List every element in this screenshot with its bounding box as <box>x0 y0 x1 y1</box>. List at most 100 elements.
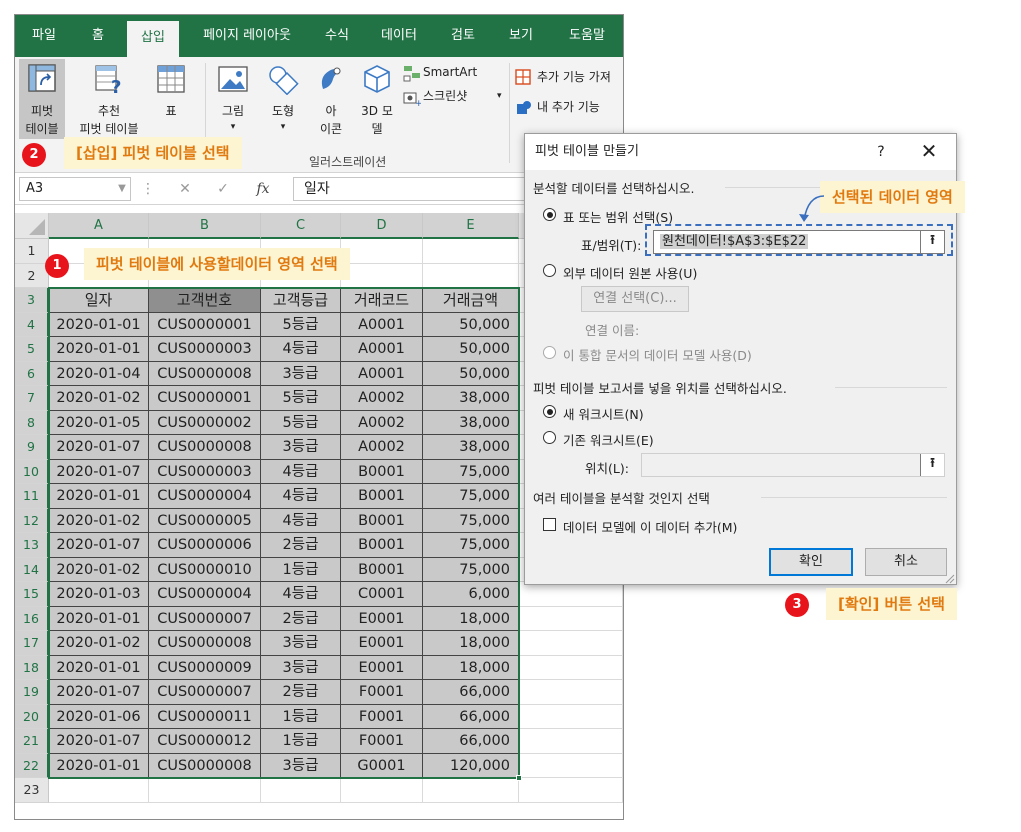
data-cell[interactable]: 2020-01-02 <box>49 631 149 656</box>
data-cell[interactable]: 2020-01-07 <box>49 459 149 484</box>
row-header[interactable]: 1 <box>15 239 49 264</box>
row-header[interactable]: 14 <box>15 557 49 582</box>
data-cell[interactable]: 18,000 <box>423 655 519 680</box>
table-cell[interactable] <box>519 606 623 631</box>
header-cell[interactable]: 거래코드 <box>341 288 423 313</box>
tab-data[interactable]: 데이터 <box>373 15 425 57</box>
data-cell[interactable]: 4등급 <box>261 337 341 362</box>
row-header[interactable]: 4 <box>15 312 49 337</box>
data-cell[interactable]: CUS0000002 <box>149 410 261 435</box>
data-cell[interactable]: A0002 <box>341 410 423 435</box>
data-cell[interactable]: 2등급 <box>261 606 341 631</box>
row-header[interactable]: 15 <box>15 582 49 607</box>
data-cell[interactable]: 2020-01-05 <box>49 410 149 435</box>
table-cell[interactable] <box>49 778 149 803</box>
row-header[interactable]: 3 <box>15 288 49 313</box>
data-cell[interactable]: CUS0000003 <box>149 459 261 484</box>
row-header[interactable]: 20 <box>15 704 49 729</box>
data-cell[interactable]: CUS0000010 <box>149 557 261 582</box>
data-cell[interactable]: 2020-01-07 <box>49 729 149 754</box>
data-cell[interactable]: 4등급 <box>261 484 341 509</box>
data-cell[interactable]: 4등급 <box>261 508 341 533</box>
data-cell[interactable]: F0001 <box>341 729 423 754</box>
help-button[interactable]: ? <box>871 134 891 170</box>
data-cell[interactable]: CUS0000008 <box>149 753 261 778</box>
data-cell[interactable]: 75,000 <box>423 557 519 582</box>
collapse-dialog-icon[interactable]: ⭱ <box>920 231 944 253</box>
table-cell[interactable] <box>261 778 341 803</box>
data-cell[interactable]: A0001 <box>341 312 423 337</box>
data-cell[interactable]: 3등급 <box>261 361 341 386</box>
row-header[interactable]: 23 <box>15 778 49 803</box>
data-cell[interactable]: 5등급 <box>261 312 341 337</box>
row-header[interactable]: 11 <box>15 484 49 509</box>
data-cell[interactable]: 1등급 <box>261 557 341 582</box>
header-cell[interactable]: 일자 <box>49 288 149 313</box>
data-cell[interactable]: A0001 <box>341 361 423 386</box>
row-header[interactable]: 22 <box>15 753 49 778</box>
table-cell[interactable] <box>519 655 623 680</box>
picture-button[interactable]: 그림 ▾ <box>213 59 253 139</box>
3d-models-button[interactable]: 3D 모 델 <box>355 59 399 139</box>
column-header-b[interactable]: B <box>149 213 261 239</box>
table-cell[interactable] <box>519 729 623 754</box>
data-cell[interactable]: 75,000 <box>423 484 519 509</box>
data-cell[interactable]: 2020-01-01 <box>49 312 149 337</box>
table-cell[interactable] <box>149 778 261 803</box>
data-cell[interactable]: 50,000 <box>423 361 519 386</box>
data-cell[interactable]: 2020-01-07 <box>49 680 149 705</box>
data-cell[interactable]: 2020-01-02 <box>49 508 149 533</box>
data-cell[interactable]: 18,000 <box>423 606 519 631</box>
tab-page-layout[interactable]: 페이지 레이아웃 <box>191 15 303 57</box>
screenshot-button[interactable]: + 스크린샷 ▾ <box>403 87 503 107</box>
data-cell[interactable]: 5등급 <box>261 386 341 411</box>
data-cell[interactable]: 5등급 <box>261 410 341 435</box>
fill-handle[interactable] <box>516 775 522 781</box>
row-header[interactable]: 13 <box>15 533 49 558</box>
data-cell[interactable]: F0001 <box>341 704 423 729</box>
table-cell[interactable] <box>341 239 423 264</box>
icons-button[interactable]: 아 이콘 <box>311 59 351 139</box>
data-cell[interactable]: 1등급 <box>261 729 341 754</box>
data-cell[interactable]: CUS0000004 <box>149 484 261 509</box>
data-cell[interactable]: 2020-01-06 <box>49 704 149 729</box>
data-cell[interactable]: 3등급 <box>261 435 341 460</box>
data-cell[interactable]: CUS0000008 <box>149 631 261 656</box>
data-cell[interactable]: 75,000 <box>423 459 519 484</box>
data-cell[interactable]: 38,000 <box>423 386 519 411</box>
row-header[interactable]: 2 <box>15 263 49 288</box>
cancel-button[interactable]: 취소 <box>865 548 947 576</box>
table-cell[interactable] <box>423 778 519 803</box>
data-cell[interactable]: CUS0000008 <box>149 435 261 460</box>
data-cell[interactable]: C0001 <box>341 582 423 607</box>
table-cell[interactable] <box>519 753 623 778</box>
data-cell[interactable]: 3등급 <box>261 655 341 680</box>
data-cell[interactable]: 2020-01-01 <box>49 655 149 680</box>
data-cell[interactable]: 38,000 <box>423 435 519 460</box>
data-cell[interactable]: 2020-01-01 <box>49 753 149 778</box>
table-button[interactable]: 표 <box>151 59 191 139</box>
radio-external-source[interactable] <box>543 264 556 277</box>
data-cell[interactable]: E0001 <box>341 631 423 656</box>
data-cell[interactable]: 120,000 <box>423 753 519 778</box>
collapse-dialog-icon[interactable]: ⭱ <box>920 454 944 476</box>
data-cell[interactable]: B0001 <box>341 484 423 509</box>
data-cell[interactable]: A0001 <box>341 337 423 362</box>
table-cell[interactable] <box>519 704 623 729</box>
data-cell[interactable]: 4등급 <box>261 459 341 484</box>
pivot-table-button[interactable]: 피벗 테이블 <box>19 59 65 139</box>
row-header[interactable]: 9 <box>15 435 49 460</box>
data-cell[interactable]: 2020-01-02 <box>49 557 149 582</box>
data-cell[interactable]: B0001 <box>341 533 423 558</box>
row-header[interactable]: 21 <box>15 729 49 754</box>
table-cell[interactable] <box>341 263 423 288</box>
enter-icon[interactable]: ✓ <box>211 177 235 201</box>
data-cell[interactable]: B0001 <box>341 557 423 582</box>
tab-help[interactable]: 도움말 <box>559 15 615 57</box>
data-cell[interactable]: CUS0000003 <box>149 337 261 362</box>
recommended-pivot-button[interactable]: ? 추천 피벗 테이블 <box>73 59 145 139</box>
row-header[interactable]: 8 <box>15 410 49 435</box>
data-cell[interactable]: CUS0000012 <box>149 729 261 754</box>
data-cell[interactable]: B0001 <box>341 459 423 484</box>
tab-home[interactable]: 홈 <box>81 15 115 57</box>
